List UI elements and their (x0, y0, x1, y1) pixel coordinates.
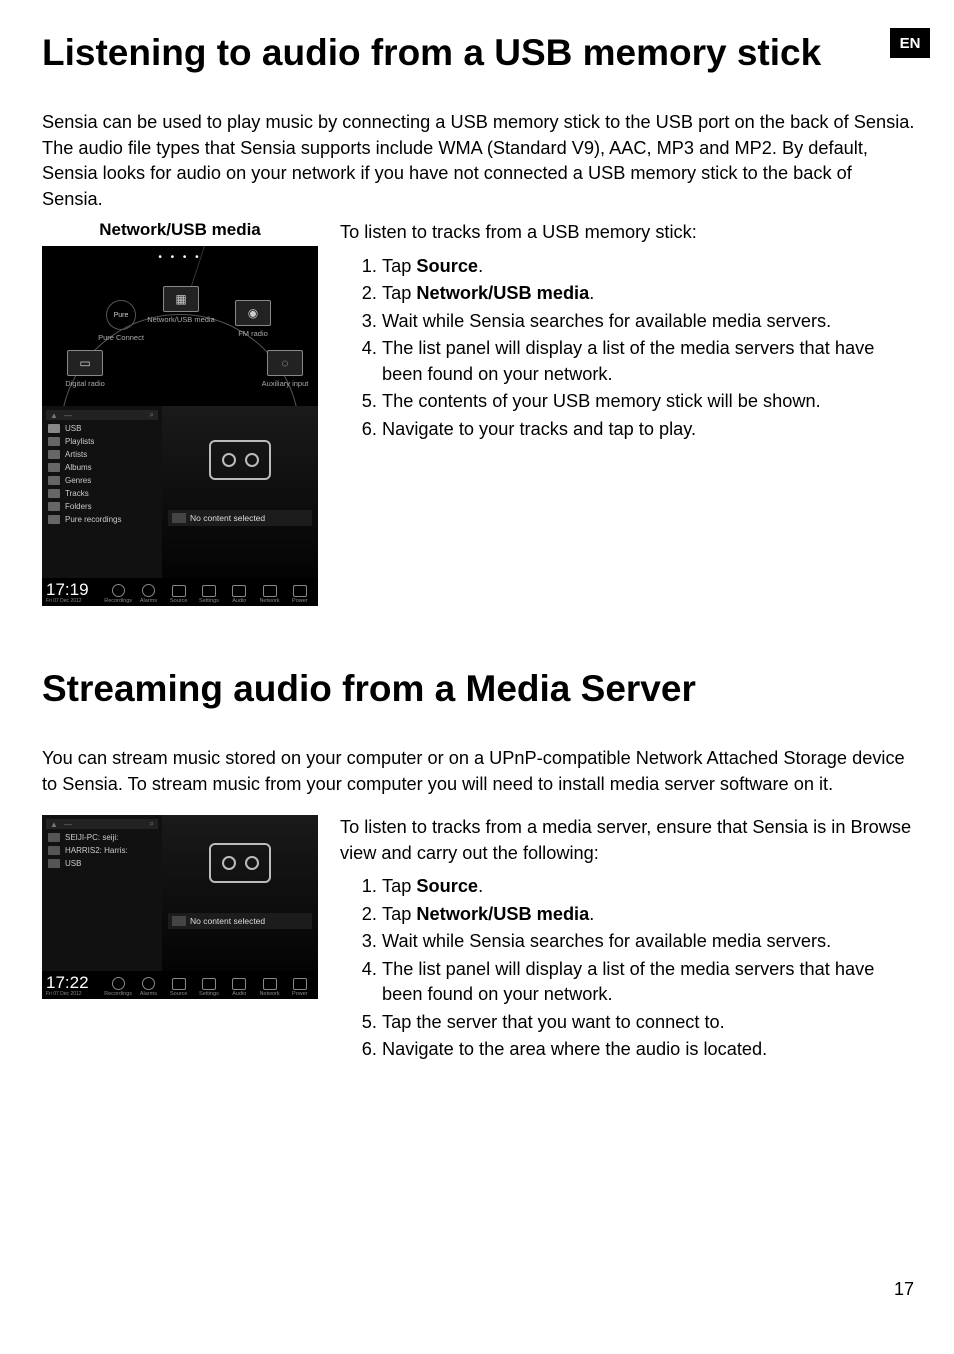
sb-recordings: Recordings (104, 584, 132, 604)
dots-icon: • • • • (158, 252, 201, 263)
sb-settings: Settings (195, 585, 223, 604)
step: The contents of your USB memory stick wi… (382, 389, 916, 414)
figure-caption-usb: Network/USB media (42, 220, 318, 240)
sb-settings: Settings (195, 978, 223, 997)
source-digital-radio: ▭ Digital radio (50, 350, 120, 388)
date: Fri 07 Dec 2012 (46, 991, 82, 997)
steps-media-server: Tap Source. Tap Network/USB media. Wait … (340, 874, 916, 1062)
step: Tap Source. (382, 254, 916, 279)
list-item: Tracks (46, 487, 158, 500)
step: Navigate to the area where the audio is … (382, 1037, 916, 1062)
source-aux-input: ◌ Auxiliary input (250, 350, 318, 388)
step: Navigate to your tracks and tap to play. (382, 417, 916, 442)
source-network-usb: ▦ Network/USB media (146, 286, 216, 324)
step: Tap Network/USB media. (382, 902, 916, 927)
list-item: HARRIS2: Harris: (46, 844, 158, 857)
heading-usb: Listening to audio from a USB memory sti… (42, 30, 842, 76)
screenshot-source-and-browser: • • • • Pure Pure Connect ▦ Network/USB … (42, 246, 318, 606)
lead-media-server: To listen to tracks from a media server,… (340, 815, 916, 866)
list-item: Albums (46, 461, 158, 474)
list-item: USB (46, 857, 158, 870)
sb-network: Network (255, 585, 283, 604)
step: Tap the server that you want to connect … (382, 1010, 916, 1035)
intro-usb: Sensia can be used to play music by conn… (42, 110, 916, 212)
list-item: Genres (46, 474, 158, 487)
source-fm-radio: ◉ FM radio (218, 300, 288, 338)
step: The list panel will display a list of th… (382, 957, 916, 1008)
media-browser-usb: ▲—⌕ USB Playlists Artists Albums Genres … (42, 406, 318, 606)
screenshot-media-server-browser: ▲—⌕ SEIJI-PC: seiji: HARRIS2: Harris: US… (42, 815, 318, 999)
section-usb-audio: Listening to audio from a USB memory sti… (42, 30, 916, 606)
cassette-icon (209, 440, 271, 480)
list-item: Folders (46, 500, 158, 513)
date: Fri 07 Dec 2012 (46, 598, 82, 604)
section-media-server: Streaming audio from a Media Server You … (42, 666, 916, 1065)
heading-media-server: Streaming audio from a Media Server (42, 666, 842, 712)
list-item: USB (46, 422, 158, 435)
page-number: 17 (894, 1279, 914, 1300)
sb-audio: Audio (225, 585, 253, 604)
status-bar: 17:19 Fri 07 Dec 2012 Recordings Alarms … (42, 578, 318, 606)
step: The list panel will display a list of th… (382, 336, 916, 387)
sb-power: Power (286, 978, 314, 997)
clock: 17:22 (46, 974, 98, 991)
sb-network: Network (255, 978, 283, 997)
sb-source: Source (165, 585, 193, 604)
list-item: Playlists (46, 435, 158, 448)
steps-usb: Tap Source. Tap Network/USB media. Wait … (340, 254, 916, 442)
no-content-banner: No content selected (168, 510, 312, 526)
sb-recordings: Recordings (104, 977, 132, 997)
list-item: SEIJI-PC: seiji: (46, 831, 158, 844)
sb-source: Source (165, 978, 193, 997)
lead-usb: To listen to tracks from a USB memory st… (340, 220, 916, 245)
sb-alarms: Alarms (134, 584, 162, 604)
clock: 17:19 (46, 581, 98, 598)
sb-audio: Audio (225, 978, 253, 997)
language-badge: EN (890, 28, 930, 58)
intro-media-server: You can stream music stored on your comp… (42, 746, 916, 797)
browser-sidebar: ▲—⌕ USB Playlists Artists Albums Genres … (42, 406, 162, 606)
sb-alarms: Alarms (134, 977, 162, 997)
source-radial-menu: • • • • Pure Pure Connect ▦ Network/USB … (42, 246, 318, 406)
step: Tap Source. (382, 874, 916, 899)
step: Tap Network/USB media. (382, 281, 916, 306)
list-item: Pure recordings (46, 513, 158, 526)
step: Wait while Sensia searches for available… (382, 929, 916, 954)
sb-power: Power (286, 585, 314, 604)
cassette-icon (209, 843, 271, 883)
step: Wait while Sensia searches for available… (382, 309, 916, 334)
list-item: Artists (46, 448, 158, 461)
no-content-banner: No content selected (168, 913, 312, 929)
status-bar: 17:22 Fri 07 Dec 2012 Recordings Alarms … (42, 971, 318, 999)
